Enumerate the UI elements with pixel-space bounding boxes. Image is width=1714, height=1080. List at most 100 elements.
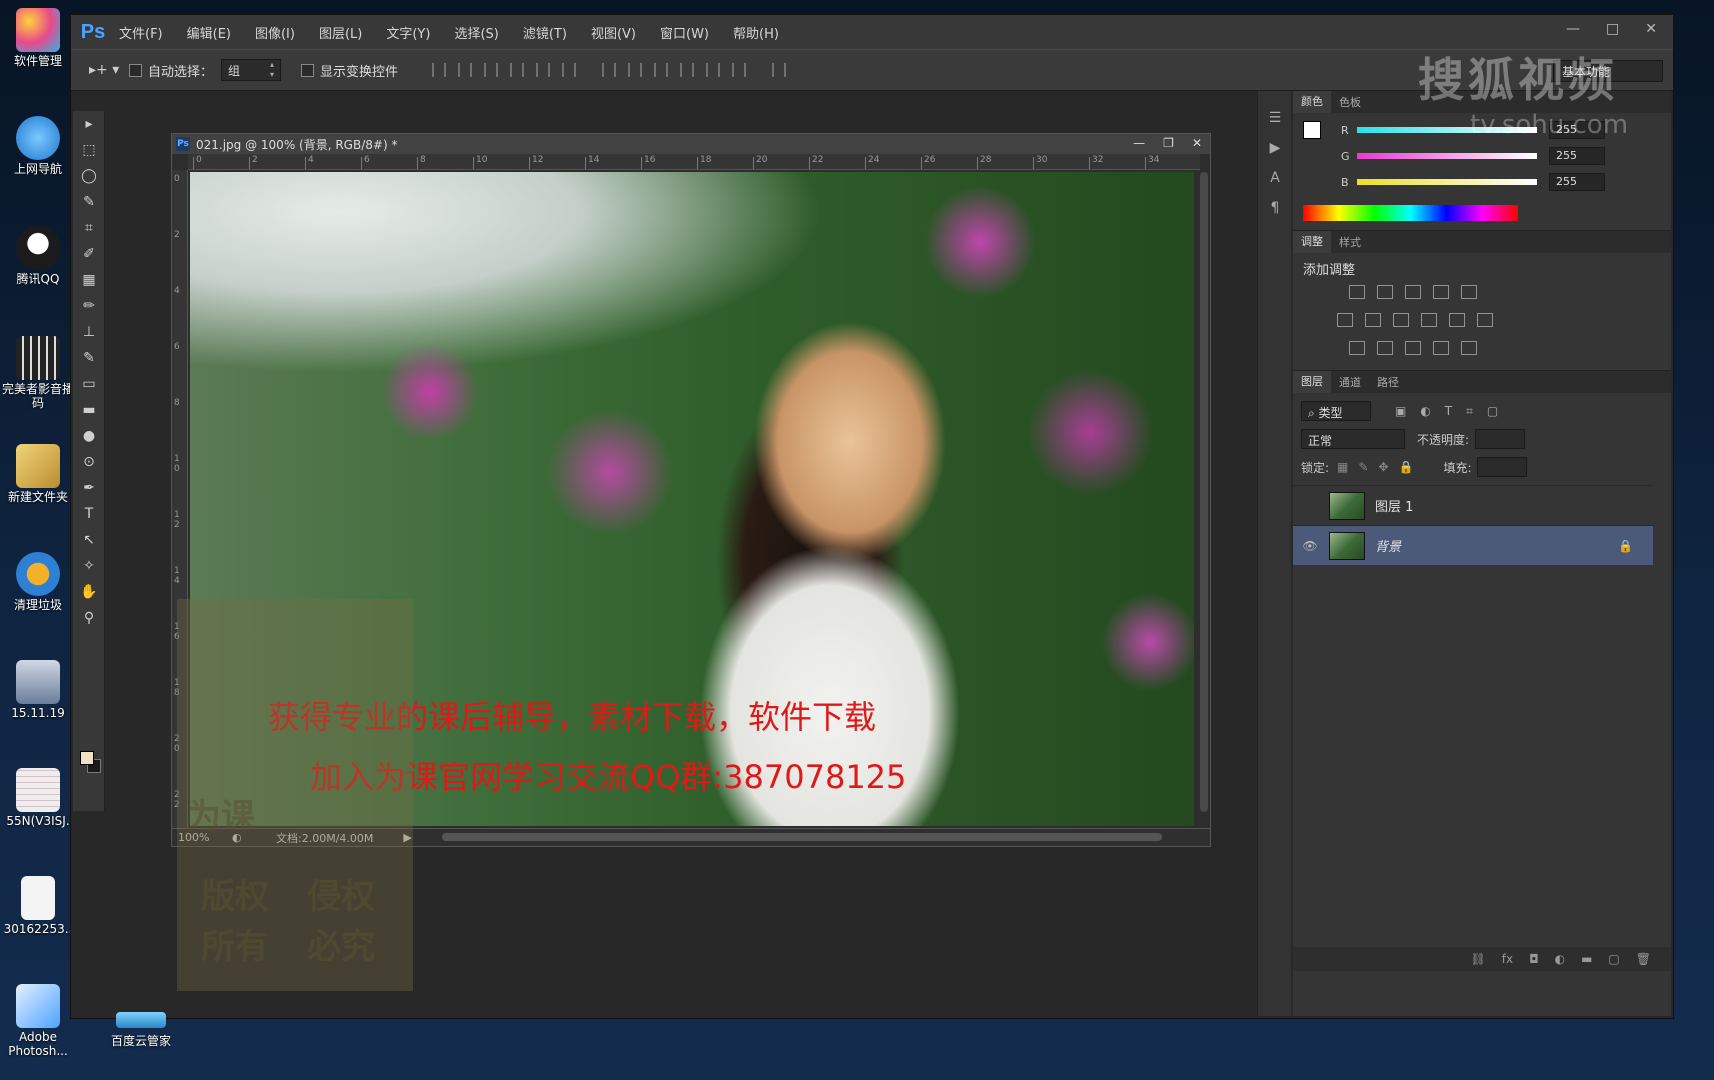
menu-filter[interactable]: 滤镜(T) <box>519 21 571 44</box>
pen-tool-icon[interactable]: ✒ <box>73 475 105 501</box>
distribute-bottom-icon[interactable] <box>654 63 669 77</box>
marquee-tool-icon[interactable]: ⬚ <box>73 137 105 163</box>
blur-tool-icon[interactable]: ● <box>73 423 105 449</box>
tab-adjustments[interactable]: 调整 <box>1293 231 1331 253</box>
actions-panel-icon[interactable]: ▶ <box>1258 133 1292 163</box>
desktop-icon-media-player[interactable]: 完美者影音播 码 <box>0 332 76 432</box>
black-white-icon[interactable] <box>1393 313 1409 327</box>
delete-layer-icon[interactable]: 🗑 <box>1636 952 1651 966</box>
doc-minimize-button[interactable]: — <box>1133 136 1145 150</box>
horizontal-scrollbar[interactable] <box>442 833 1162 841</box>
new-adjustment-icon[interactable]: ◐ <box>1555 952 1565 966</box>
menu-file[interactable]: 文件(F) <box>115 21 167 44</box>
posterize-icon[interactable] <box>1377 341 1393 355</box>
blend-mode-select[interactable]: 正常 <box>1301 429 1405 449</box>
quick-select-tool-icon[interactable]: ✎ <box>73 189 105 215</box>
tab-swatches[interactable]: 色板 <box>1331 94 1369 110</box>
character-panel-icon[interactable]: A <box>1258 163 1292 193</box>
auto-select-target-select[interactable]: 组 <box>221 59 282 81</box>
brightness-icon[interactable] <box>1349 285 1365 299</box>
layer-row-layer1[interactable]: 图层 1 <box>1293 485 1653 525</box>
fill-field[interactable] <box>1477 457 1528 477</box>
move-tool-icon[interactable]: ▸ <box>73 111 105 137</box>
desktop-icon-image-file[interactable]: 55N(V3ISJ. <box>0 764 76 854</box>
show-transform-checkbox[interactable] <box>301 63 315 77</box>
selective-color-icon[interactable] <box>1433 341 1449 355</box>
zoom-tool-icon[interactable]: ⚲ <box>73 605 105 631</box>
distribute-right-icon[interactable] <box>732 63 747 77</box>
desktop-icon-video-file[interactable]: 15.11.19 <box>0 656 76 746</box>
green-slider[interactable] <box>1357 153 1537 159</box>
exposure-icon[interactable] <box>1433 285 1449 299</box>
gradient-tool-icon[interactable]: ▬ <box>73 397 105 423</box>
desktop-icon-browser[interactable]: 上网导航 <box>0 112 76 202</box>
curves-icon[interactable] <box>1405 285 1421 299</box>
hue-saturation-icon[interactable] <box>1337 313 1353 327</box>
desktop-icon-new-folder[interactable]: 新建文件夹 <box>0 440 76 530</box>
clone-stamp-tool-icon[interactable]: ⊥ <box>73 319 105 345</box>
color-spectrum[interactable] <box>1303 205 1518 221</box>
doc-restore-button[interactable]: ❐ <box>1163 136 1174 150</box>
levels-icon[interactable] <box>1377 285 1393 299</box>
history-panel-icon[interactable]: ☰ <box>1258 103 1292 133</box>
align-bottom-icon[interactable] <box>484 63 499 77</box>
color-lookup-icon[interactable] <box>1477 313 1493 327</box>
lasso-tool-icon[interactable]: ◯ <box>73 163 105 189</box>
invert-icon[interactable] <box>1349 341 1365 355</box>
add-mask-icon[interactable]: ◘ <box>1529 952 1539 966</box>
minimize-button[interactable]: — <box>1566 21 1580 37</box>
distribute-vcenter-icon[interactable] <box>628 63 643 77</box>
maximize-button[interactable]: □ <box>1606 21 1619 37</box>
tab-paths[interactable]: 路径 <box>1369 374 1407 390</box>
auto-align-icon[interactable] <box>772 63 787 77</box>
menu-edit[interactable]: 编辑(E) <box>183 21 235 44</box>
visibility-toggle-icon[interactable]: 👁 <box>1299 539 1321 553</box>
align-top-icon[interactable] <box>432 63 447 77</box>
blue-slider[interactable] <box>1357 179 1537 185</box>
opacity-field[interactable] <box>1475 429 1526 449</box>
tab-channels[interactable]: 通道 <box>1331 374 1369 390</box>
type-tool-icon[interactable]: T <box>73 501 105 527</box>
green-value-field[interactable]: 255 <box>1549 147 1605 165</box>
desktop-icon-blank-file[interactable]: 30162253.. <box>0 872 76 962</box>
fg-color-chip[interactable] <box>1303 121 1321 139</box>
desktop-icon-software-manager[interactable]: 软件管理 <box>0 4 76 94</box>
paragraph-panel-icon[interactable]: ¶ <box>1258 193 1292 223</box>
tab-layers[interactable]: 图层 <box>1293 371 1331 393</box>
vibrance-icon[interactable] <box>1461 285 1477 299</box>
hand-tool-icon[interactable]: ✋ <box>73 579 105 605</box>
layer-style-icon[interactable]: fx <box>1502 952 1513 966</box>
menu-help[interactable]: 帮助(H) <box>729 21 783 44</box>
photo-filter-icon[interactable] <box>1421 313 1437 327</box>
menu-layer[interactable]: 图层(L) <box>315 21 366 44</box>
auto-select-checkbox[interactable] <box>129 63 142 77</box>
menu-select[interactable]: 选择(S) <box>450 21 502 44</box>
menu-view[interactable]: 视图(V) <box>587 21 640 44</box>
eyedropper-tool-icon[interactable]: ✐ <box>73 241 105 267</box>
doc-close-button[interactable]: ✕ <box>1192 136 1202 150</box>
lock-options-icons[interactable]: ▦✎✥🔒 <box>1337 460 1423 474</box>
new-layer-icon[interactable]: ▢ <box>1608 952 1619 966</box>
move-tool-preset-icon[interactable]: ▸+ ▾ <box>89 62 129 78</box>
gradient-map-icon[interactable] <box>1461 341 1477 355</box>
new-group-icon[interactable]: ▬ <box>1581 952 1592 966</box>
menu-image[interactable]: 图像(I) <box>251 21 299 44</box>
shape-tool-icon[interactable]: ✧ <box>73 553 105 579</box>
crop-tool-icon[interactable]: ⌗ <box>73 215 105 241</box>
layer-filter-icons[interactable]: ▣◐T⌗▢ <box>1395 404 1512 419</box>
distribute-hcenter-icon[interactable] <box>706 63 721 77</box>
brush-tool-icon[interactable]: ✏ <box>73 293 105 319</box>
tab-color[interactable]: 颜色 <box>1293 91 1331 113</box>
distribute-top-icon[interactable] <box>602 63 617 77</box>
color-balance-icon[interactable] <box>1365 313 1381 327</box>
foreground-color-swatch[interactable] <box>80 751 94 765</box>
menu-window[interactable]: 窗口(W) <box>656 21 713 44</box>
layer-row-background[interactable]: 👁 背景 🔒 <box>1293 525 1653 565</box>
align-right-icon[interactable] <box>562 63 577 77</box>
blue-value-field[interactable]: 255 <box>1549 173 1605 191</box>
close-button[interactable]: ✕ <box>1645 21 1657 37</box>
eraser-tool-icon[interactable]: ▭ <box>73 371 105 397</box>
healing-brush-tool-icon[interactable]: ▦ <box>73 267 105 293</box>
align-vcenter-icon[interactable] <box>458 63 473 77</box>
distribute-left-icon[interactable] <box>680 63 695 77</box>
